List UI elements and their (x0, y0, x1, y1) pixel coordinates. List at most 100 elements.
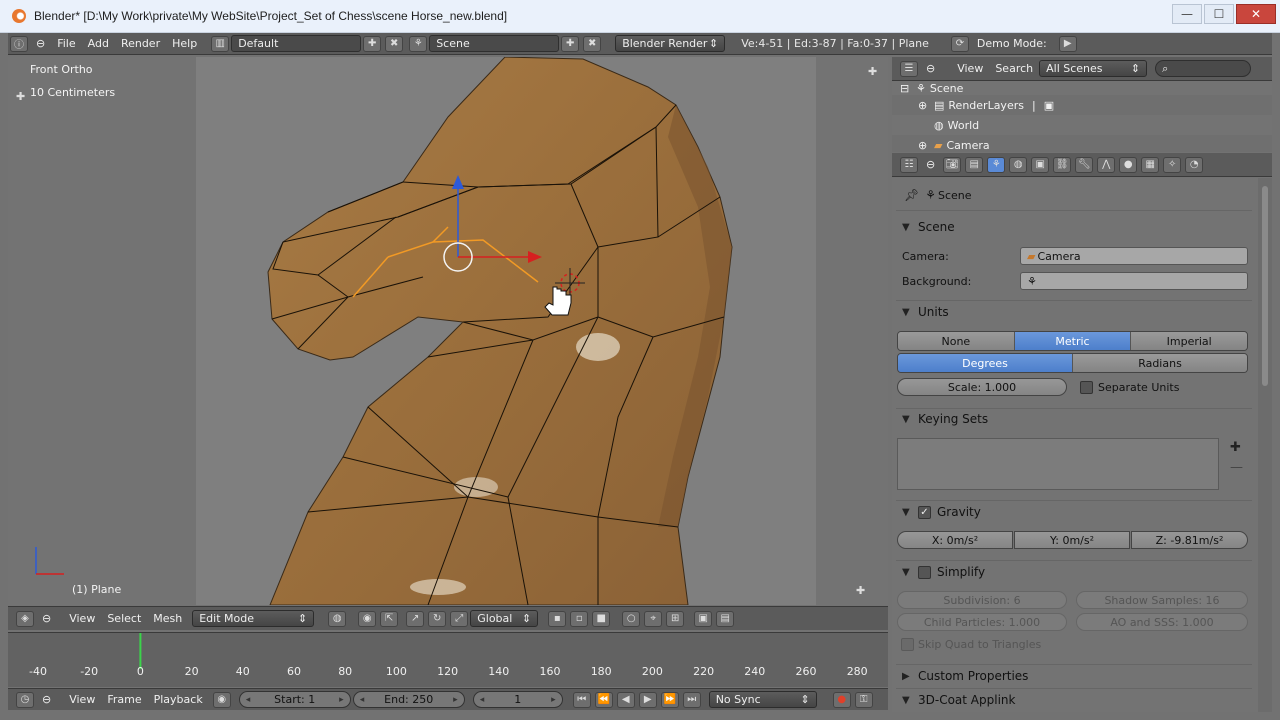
menu-help[interactable]: Help (166, 36, 203, 52)
menu-file[interactable]: File (51, 36, 81, 52)
outliner-search-field[interactable]: ⌕ (1155, 60, 1252, 77)
editor-type-icon[interactable]: ☷ (900, 156, 918, 173)
remove-scene-icon[interactable]: ✖ (583, 35, 602, 52)
gravity-x-field[interactable]: X: 0m/s² (897, 531, 1013, 549)
screen-layout-field[interactable]: Default (231, 35, 362, 52)
unit-imperial-button[interactable]: Imperial (1131, 332, 1247, 350)
menu-playback[interactable]: Playback (148, 692, 209, 708)
scale-icon[interactable]: ⤢ (450, 610, 469, 627)
keying-sets-list[interactable] (897, 438, 1219, 490)
outliner-item-scene[interactable]: ⊟ ⚘ Scene (892, 81, 1272, 95)
vertex-select-icon[interactable]: ▪ (548, 610, 567, 627)
jump-start-icon[interactable]: ⏮ (572, 691, 591, 708)
decrement-icon[interactable]: ◂ (360, 695, 365, 705)
degrees-button[interactable]: Degrees (898, 354, 1073, 372)
menu-select[interactable]: Select (101, 611, 147, 627)
corner-widget-icon[interactable]: ✚ (856, 584, 865, 597)
editor-type-icon[interactable]: ⓘ (10, 35, 28, 52)
units-panel-header[interactable]: ▼ Units (896, 301, 1252, 323)
scene-panel-header[interactable]: ▼ Scene (896, 216, 1252, 238)
scene-field[interactable]: Scene (429, 35, 560, 52)
add-layout-icon[interactable]: ✚ (363, 35, 382, 52)
add-keying-set-icon[interactable]: ✚ (1230, 440, 1241, 455)
custom-properties-panel-header[interactable]: ▶ Custom Properties (896, 665, 1252, 687)
tab-modifiers-icon[interactable]: 🔧︎ (1075, 156, 1094, 173)
tab-render-layers-icon[interactable]: ▤ (965, 156, 984, 173)
applink-panel-header[interactable]: ▼ 3D-Coat Applink (896, 689, 1252, 711)
scene-icon[interactable]: ⚘ (409, 35, 428, 52)
next-key-icon[interactable]: ⏩ (660, 691, 679, 708)
scrollbar-thumb[interactable] (1262, 186, 1268, 386)
remove-keying-set-icon[interactable]: — (1230, 460, 1243, 475)
tab-constraints-icon[interactable]: ⛓ (1053, 156, 1072, 173)
play-demo-button[interactable]: ▶ (1058, 35, 1077, 52)
gravity-panel-header[interactable]: ▼ ✓ Gravity (896, 501, 1252, 523)
menu-view[interactable]: View (951, 61, 989, 77)
gravity-checkbox[interactable]: ✓ (918, 505, 931, 519)
gravity-y-field[interactable]: Y: 0m/s² (1014, 531, 1130, 549)
remove-layout-icon[interactable]: ✖ (385, 35, 404, 52)
decrement-icon[interactable]: ◂ (246, 695, 251, 705)
outliner-display-select[interactable]: All Scenes ⇕ (1039, 60, 1148, 77)
tab-world-icon[interactable]: ◍ (1009, 156, 1028, 173)
render-engine-select[interactable]: Blender Render ⇕ (615, 35, 726, 52)
editor-type-icon[interactable]: ◷ (16, 691, 34, 708)
screen-layout-icon[interactable]: ▥ (211, 35, 230, 52)
maximize-button[interactable]: ☐ (1204, 4, 1234, 24)
toolshelf-toggle-icon[interactable]: ✚ (16, 90, 25, 103)
radians-button[interactable]: Radians (1073, 354, 1247, 372)
translate-icon[interactable]: ↗ (406, 610, 425, 627)
collapse-menu-icon[interactable]: ⊖ (36, 611, 57, 627)
menu-mesh[interactable]: Mesh (147, 611, 188, 627)
snap-element-icon[interactable]: ⊞ (666, 610, 685, 627)
keying-sets-panel-header[interactable]: ▼ Keying Sets (896, 408, 1252, 430)
manipulator-toggle-icon[interactable]: ⇱ (380, 610, 399, 627)
menu-render[interactable]: Render (115, 36, 166, 52)
unit-system-selector[interactable]: None Metric Imperial (897, 331, 1248, 351)
edge-select-icon[interactable]: ▫ (570, 610, 589, 627)
record-icon[interactable]: ● (832, 691, 851, 708)
unit-scale-field[interactable]: Scale: 1.000 (897, 378, 1067, 396)
ao-sss-field[interactable]: AO and SSS: 1.000 (1076, 613, 1248, 631)
tab-physics-icon[interactable]: ◔ (1185, 156, 1204, 173)
jump-end-icon[interactable]: ⏭ (682, 691, 701, 708)
collapse-menu-icon[interactable]: ⊖ (920, 157, 941, 173)
simplify-checkbox[interactable] (918, 565, 931, 579)
decrement-icon[interactable]: ◂ (480, 695, 485, 705)
menu-frame[interactable]: Frame (101, 692, 147, 708)
start-frame-field[interactable]: ◂ Start: 1 ▸ (238, 691, 351, 708)
play-reverse-icon[interactable]: ◀ (616, 691, 635, 708)
tab-scene-icon[interactable]: ⚘ (987, 156, 1006, 173)
menu-view[interactable]: View (63, 611, 101, 627)
unit-none-button[interactable]: None (898, 332, 1015, 350)
prev-key-icon[interactable]: ⏪ (594, 691, 613, 708)
tab-object-icon[interactable]: ▣ (1031, 156, 1050, 173)
skip-quad-checkbox[interactable] (901, 638, 914, 651)
mode-select[interactable]: Edit Mode ⇕ (192, 610, 315, 627)
simplify-panel-header[interactable]: ▼ Simplify (896, 561, 1252, 583)
subdivision-field[interactable]: Subdivision: 6 (897, 591, 1067, 609)
tab-render-icon[interactable]: 📷︎ (943, 156, 962, 173)
menu-search[interactable]: Search (989, 61, 1039, 77)
tab-material-icon[interactable]: ● (1119, 156, 1138, 173)
increment-icon[interactable]: ▸ (551, 695, 556, 705)
add-scene-icon[interactable]: ✚ (561, 35, 580, 52)
menu-view[interactable]: View (63, 692, 101, 708)
collapse-menu-icon[interactable]: ⊖ (30, 36, 51, 52)
collapse-menu-icon[interactable]: ⊖ (36, 692, 57, 708)
gravity-z-field[interactable]: Z: -9.81m/s² (1131, 531, 1248, 549)
face-select-icon[interactable]: ■ (592, 610, 611, 627)
rotation-unit-selector[interactable]: Degrees Radians (897, 353, 1248, 373)
shading-select-icon[interactable]: ◍ (328, 610, 347, 627)
timeline-editor[interactable]: -40 -20 0 20 40 60 80 100 120 140 160 180 200 220 240 2… (8, 632, 888, 687)
shadow-samples-field[interactable]: Shadow Samples: 16 (1076, 591, 1248, 609)
proportional-edit-icon[interactable]: ○ (622, 610, 641, 627)
increment-icon[interactable]: ▸ (453, 695, 458, 705)
separate-units-checkbox[interactable] (1080, 381, 1093, 394)
tab-texture-icon[interactable]: ▦ (1141, 156, 1160, 173)
outliner-tree[interactable]: ⊟ ⚘ Scene ⊕ ▤ RenderLayers | ▣ ◍ World ⊕… (892, 81, 1272, 152)
expand-icon[interactable]: ⊕ (918, 139, 930, 152)
tab-particles-icon[interactable]: ✧ (1163, 156, 1182, 173)
unit-metric-button[interactable]: Metric (1014, 332, 1132, 350)
menu-add[interactable]: Add (82, 36, 115, 52)
